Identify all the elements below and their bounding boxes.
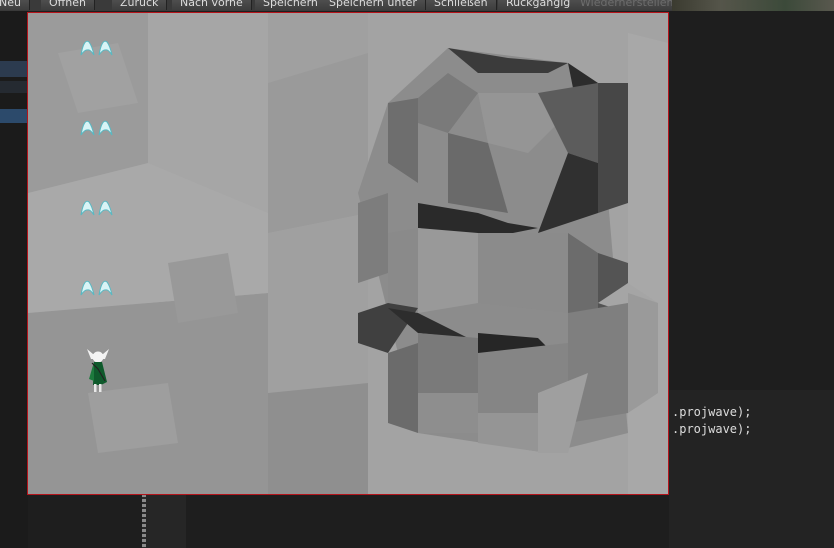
gutter-highlight (0, 81, 28, 93)
back-button[interactable]: Zurück (112, 0, 168, 10)
new-button[interactable]: Neu (0, 0, 30, 10)
code-line[interactable]: .projwave); (672, 422, 751, 436)
jellyfish-icon (80, 120, 116, 136)
save-as-button[interactable]: Speichern unter (321, 0, 426, 10)
panel-splitter-handle[interactable] (142, 494, 146, 548)
toolbar: Neu Öffnen Zurück Nach vorne Speichern S… (0, 0, 834, 11)
panel-splitter-track (146, 494, 186, 548)
gutter-highlight (0, 61, 28, 77)
elf-player-icon (85, 347, 111, 393)
game-background (28, 13, 668, 494)
jellyfish-icon (80, 200, 116, 216)
code-line[interactable]: .projwave); (672, 405, 751, 419)
forward-button[interactable]: Nach vorne (172, 0, 252, 10)
undo-button[interactable]: Rückgängig (498, 0, 580, 10)
jellyfish-icon (80, 280, 116, 296)
open-button[interactable]: Öffnen (41, 0, 95, 10)
redo-button: Wiederherstellen (572, 0, 683, 10)
gutter-highlight (0, 109, 28, 123)
jellyfish-icon (80, 40, 116, 56)
game-window[interactable] (27, 12, 669, 495)
save-button[interactable]: Speichern (255, 0, 327, 10)
close-button[interactable]: Schließen (426, 0, 497, 10)
editor-gutter (0, 11, 28, 548)
toolbar-background (672, 0, 834, 11)
